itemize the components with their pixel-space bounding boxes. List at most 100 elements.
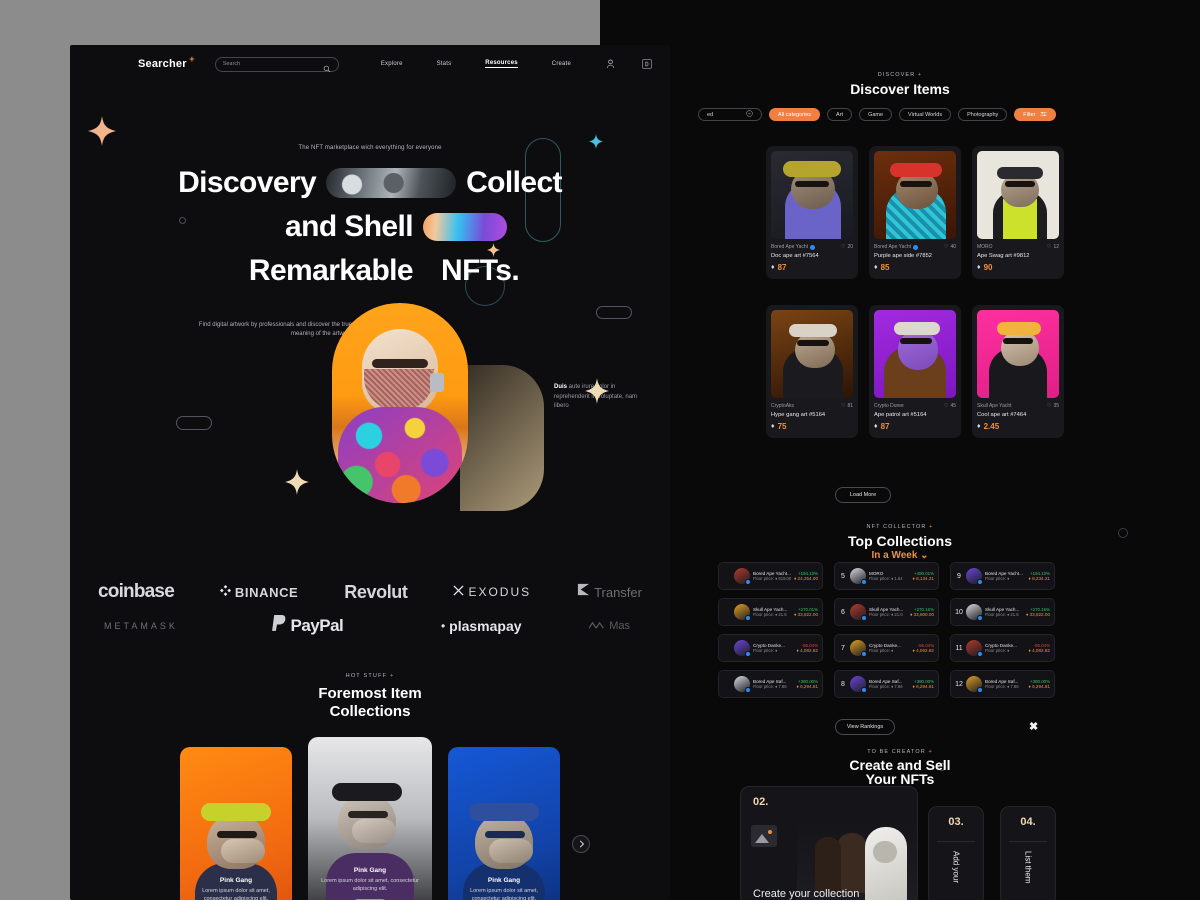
verified-icon [977, 651, 983, 657]
mas-mark-icon [588, 617, 605, 635]
collection-floor: Floor price: ♦ 21.0 [869, 612, 903, 617]
transferwise-mark-icon [577, 583, 590, 601]
collection-avatar [850, 640, 867, 657]
item-card[interactable]: Bored Ape Yacht ♡ 40 Purple ape side #785… [869, 146, 961, 279]
verified-icon [745, 687, 751, 693]
collection-rank-row[interactable]: Bored Ape Yacht... Floor price: ♦ 619.00 +… [718, 562, 823, 590]
nav-link-resources[interactable]: Resources [485, 60, 518, 68]
headline-gradient-pill [422, 213, 507, 241]
collection-avatar [734, 640, 751, 657]
collection-value: ♦ 6,294.81 [796, 684, 818, 689]
foremost-section: HOT STUFF + Foremost Item Collections [70, 659, 670, 721]
logo-mas: Mas [588, 617, 630, 635]
wallet-icon[interactable] [642, 59, 652, 69]
step-card-04[interactable]: 04. List them [1000, 806, 1056, 900]
nav-link-explore[interactable]: Explore [381, 61, 403, 67]
item-card[interactable]: Bored Ape Yacht ♡ 20 Doc ape art #7564 ♦ … [766, 146, 858, 279]
nav-links: Explore Stats Resources Create [381, 60, 571, 68]
collection-card[interactable]: Pink Gang Lorem ipsum dolor sit amet, co… [180, 747, 292, 900]
partner-logos-row-1: coinbase BINANCE Revolut EXODUS Transfer [70, 575, 670, 609]
duis-lead: Duis [554, 384, 568, 390]
item-card[interactable]: Skull Ape Yacht ♡ 35 Cool ape art #7464 ♦… [972, 305, 1064, 438]
like-count: 12 [1053, 244, 1059, 250]
paypal-mark-icon [271, 614, 287, 638]
item-likes[interactable]: ♡ 81 [841, 403, 853, 409]
collection-value: ♦ 33,800.00 [909, 612, 934, 617]
nav-icons [605, 59, 652, 70]
step-card-03[interactable]: 03. Add your [928, 806, 984, 900]
collection-floor: Floor price: ♦ 7.86 [753, 684, 787, 689]
item-card[interactable]: Crypto Duree ♡ 45 Ape patrol art #5164 ♦ … [869, 305, 961, 438]
kicker-label: NFT COLLECTOR [866, 524, 927, 530]
search-input[interactable]: Search [214, 56, 339, 73]
collection-rank-row[interactable]: 8 Bored Ape Saf... Floor price: ♦ 7.86 +380… [834, 670, 939, 698]
discover-title: Discover Items [850, 81, 950, 97]
hero-art-shadow [460, 365, 544, 511]
collections-carousel: Pink Gang Lorem ipsum dolor sit amet, co… [70, 737, 670, 900]
item-price: ♦ 2.45 [977, 422, 1059, 431]
step-card-02[interactable]: 02. Create your collection [740, 786, 918, 900]
item-likes[interactable]: ♡ 20 [841, 244, 853, 250]
chip-art[interactable]: Art [827, 108, 853, 121]
chip-game[interactable]: Game [859, 108, 893, 121]
carousel-cards: Pink Gang Lorem ipsum dolor sit amet, co… [70, 737, 670, 900]
sort-dropdown[interactable]: ed [698, 108, 762, 121]
item-likes[interactable]: ♡ 12 [1047, 244, 1059, 250]
collection-rank-row[interactable]: 9 Bored Ape Yacht... Floor price: ♦ +194.13… [950, 562, 1055, 590]
hero-headline: Discovery Collect and Shell Remarkable N… [70, 161, 670, 293]
item-card[interactable]: MORO ♡ 12 Ape Swag art #9812 ♦ 90 [972, 146, 1064, 279]
collection-rank-row[interactable]: 11 Crypto Danke... Floor price: ♦ -56.04% ♦ … [950, 634, 1055, 662]
brand-logo[interactable]: Searcher + [138, 54, 194, 70]
arrow-right-icon [579, 840, 585, 848]
partner-logos-row-2: METAMASK PayPal • plasmapay Mas [70, 609, 670, 643]
nav-link-create[interactable]: Create [552, 61, 571, 67]
logo-plasmapay: • plasmapay [441, 618, 522, 634]
collection-value: ♦ 4,082.82 [1028, 648, 1050, 653]
kicker-plus: + [389, 673, 395, 679]
period-label: In a Week [871, 550, 918, 561]
collection-rank-row[interactable]: 12 Bored Ape Saf... Floor price: ♦ 7.86 +38… [950, 670, 1055, 698]
creator-header: TO BE CREATOR + Create and Sell Your NFT… [600, 749, 1200, 786]
item-likes[interactable]: ♡ 45 [944, 403, 956, 409]
load-more-button[interactable]: Load More [835, 487, 891, 503]
item-price: ♦ 87 [874, 422, 956, 431]
collection-value: ♦ 8,134.21 [912, 576, 934, 581]
verified-icon [977, 579, 983, 585]
period-selector[interactable]: In a Week ⌄ [600, 550, 1200, 561]
chip-all-categories[interactable]: All categories [769, 108, 821, 121]
collection-rank-row[interactable]: 6 Skull Ape Yach... Floor price: ♦ 21.0 +27… [834, 598, 939, 626]
filter-button[interactable]: Filter [1014, 108, 1056, 121]
collection-value: ♦ 4,082.82 [912, 648, 934, 653]
collection-rank-row[interactable]: Bored Ape Saf... Floor price: ♦ 7.86 +380.… [718, 670, 823, 698]
close-icon[interactable]: ✖ [1029, 720, 1038, 733]
collection-rank-row[interactable]: 7 Crypto Danke... Floor price: ♦ -56.04% ♦ 4… [834, 634, 939, 662]
collection-rank-row[interactable]: 5 MORO Floor price: ♦ 1.64 +480.01% ♦ 8,134.… [834, 562, 939, 590]
discover-kicker-label: DISCOVER [877, 72, 916, 78]
chip-photography[interactable]: Photography [958, 108, 1008, 121]
chip-virtual-worlds[interactable]: Virtual Worlds [899, 108, 952, 121]
collection-rank-row[interactable]: Crypto Danke... Floor price: ♦ -56.04% ♦ 4,… [718, 634, 823, 662]
collection-card[interactable]: Pink Gang Lorem ipsum dolor sit amet, co… [308, 737, 432, 900]
item-likes[interactable]: ♡ 35 [1047, 403, 1059, 409]
collection-card[interactable]: Pink Gang Lorem ipsum dolor sit amet, co… [448, 747, 560, 900]
item-card[interactable]: CryptoAks ♡ 81 Hype gang art #5164 ♦ 75 [766, 305, 858, 438]
collection-floor: Floor price: ♦ 7.86 [985, 684, 1019, 689]
collection-rank-row[interactable]: 10 Skull Ape Yach... Floor price: ♦ 21.6 +2… [950, 598, 1055, 626]
item-collection: MORO [977, 244, 993, 250]
collection-value: ♦ 4,082.82 [796, 648, 818, 653]
user-icon[interactable] [605, 59, 616, 70]
creator-kicker: TO BE CREATOR + [600, 749, 1200, 755]
nav-link-stats[interactable]: Stats [437, 61, 452, 67]
verified-icon [977, 615, 983, 621]
item-likes[interactable]: ♡ 40 [944, 244, 956, 250]
collection-rank-row[interactable]: Skull Ape Yach... Floor price: ♦ 21.6 +270… [718, 598, 823, 626]
brand-name: Searcher [138, 58, 187, 70]
sort-value: ed [707, 111, 714, 118]
logo-revolut: Revolut [344, 581, 408, 602]
view-rankings-button[interactable]: View Rankings [835, 719, 895, 735]
price-value: 75 [777, 422, 787, 431]
item-price: ♦ 90 [977, 263, 1059, 272]
carousel-next-button[interactable] [572, 835, 590, 853]
paypal-label: PayPal [290, 616, 344, 635]
kicker-label: TO BE CREATOR [867, 749, 926, 755]
